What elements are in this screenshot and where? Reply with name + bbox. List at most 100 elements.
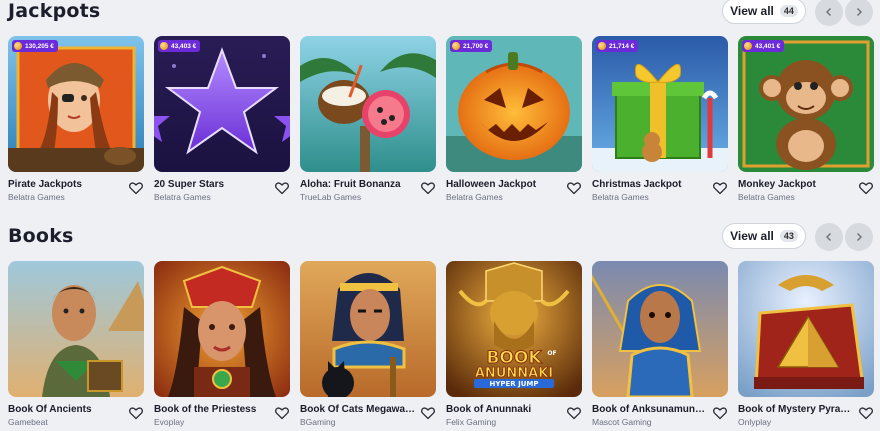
carousel-prev-button[interactable] xyxy=(815,0,843,26)
game-provider[interactable]: Felix Gaming xyxy=(446,417,496,427)
favorite-button[interactable] xyxy=(128,405,144,421)
favorite-button[interactable] xyxy=(858,180,874,196)
game-carousel: Book Of Ancients Gamebeat Book of the Pr… xyxy=(8,261,874,430)
game-thumbnail[interactable] xyxy=(300,261,436,397)
carousel-next-button[interactable] xyxy=(845,223,873,251)
view-all-count: 44 xyxy=(779,5,798,17)
game-meta: Pirate Jackpots Belatra Games xyxy=(8,177,144,205)
favorite-button[interactable] xyxy=(566,180,582,196)
game-thumbnail[interactable] xyxy=(592,261,728,397)
books-section: Books View all 43 Book Of Ancients Gameb… xyxy=(0,223,880,427)
game-name[interactable]: 20 Super Stars xyxy=(154,179,270,190)
game-thumbnail[interactable] xyxy=(8,261,144,397)
heart-outline-icon xyxy=(129,407,143,420)
favorite-button[interactable] xyxy=(858,405,874,421)
favorite-button[interactable] xyxy=(566,405,582,421)
view-all-label: View all xyxy=(730,4,774,18)
game-provider[interactable]: Belatra Games xyxy=(154,192,211,202)
coin-icon xyxy=(160,42,168,50)
game-meta: Book of Anunnaki Felix Gaming xyxy=(446,402,582,430)
game-card[interactable]: Book of Anksunamun: Rock... Mascot Gamin… xyxy=(592,261,728,430)
jackpot-badge: 21,714 € xyxy=(596,40,639,52)
game-meta: Book of the Priestess Evoplay xyxy=(154,402,290,430)
game-provider[interactable]: Evoplay xyxy=(154,417,184,427)
game-meta: Book of Mystery Pyramids Onlyplay xyxy=(738,402,874,430)
game-card[interactable]: Book of Mystery Pyramids Onlyplay xyxy=(738,261,874,430)
game-name[interactable]: Book of Mystery Pyramids xyxy=(738,404,854,415)
heart-outline-icon xyxy=(713,407,727,420)
game-card[interactable]: 130,205 € Pirate Jackpots Belatra Games xyxy=(8,36,144,205)
favorite-button[interactable] xyxy=(274,180,290,196)
game-thumbnail[interactable]: 130,205 € xyxy=(8,36,144,172)
game-artwork xyxy=(8,36,144,172)
view-all-button[interactable]: View all 43 xyxy=(722,223,806,249)
favorite-button[interactable] xyxy=(128,180,144,196)
heart-outline-icon xyxy=(129,182,143,195)
game-name[interactable]: Book of the Priestess xyxy=(154,404,270,415)
game-provider[interactable]: Belatra Games xyxy=(8,192,65,202)
game-provider[interactable]: TrueLab Games xyxy=(300,192,361,202)
heart-outline-icon xyxy=(567,407,581,420)
game-provider[interactable]: Gamebeat xyxy=(8,417,48,427)
jackpot-badge: 43,403 € xyxy=(158,40,201,52)
game-thumbnail[interactable] xyxy=(300,36,436,172)
game-thumbnail[interactable]: 43,403 € xyxy=(154,36,290,172)
game-thumbnail[interactable] xyxy=(154,261,290,397)
carousel-next-button[interactable] xyxy=(845,0,873,26)
art-subtitle: HYPER JUMP xyxy=(489,380,538,388)
game-name[interactable]: Monkey Jackpot xyxy=(738,179,854,190)
game-artwork xyxy=(154,261,290,397)
coin-icon xyxy=(452,42,460,50)
heart-outline-icon xyxy=(859,182,873,195)
favorite-button[interactable] xyxy=(420,180,436,196)
game-name[interactable]: Aloha: Fruit Bonanza xyxy=(300,179,416,190)
heart-outline-icon xyxy=(713,182,727,195)
game-name[interactable]: Christmas Jackpot xyxy=(592,179,708,190)
art-title-book: BOOK xyxy=(486,348,542,368)
game-thumbnail[interactable]: 21,700 € xyxy=(446,36,582,172)
game-card[interactable]: Book Of Ancients Gamebeat xyxy=(8,261,144,430)
carousel-prev-button[interactable] xyxy=(815,223,843,251)
game-thumbnail[interactable]: 43,401 € xyxy=(738,36,874,172)
favorite-button[interactable] xyxy=(712,180,728,196)
heart-outline-icon xyxy=(421,182,435,195)
game-provider[interactable]: Belatra Games xyxy=(446,192,503,202)
chevron-right-icon xyxy=(857,233,862,241)
game-thumbnail[interactable]: 21,714 € xyxy=(592,36,728,172)
game-name[interactable]: Book Of Cats Megaways xyxy=(300,404,416,415)
jackpot-amount: 21,700 € xyxy=(463,42,489,50)
game-thumbnail[interactable] xyxy=(738,261,874,397)
game-name[interactable]: Halloween Jackpot xyxy=(446,179,562,190)
game-meta: Monkey Jackpot Belatra Games xyxy=(738,177,874,205)
game-provider[interactable]: Belatra Games xyxy=(592,192,649,202)
jackpot-badge: 43,401 € xyxy=(742,40,785,52)
game-provider[interactable]: Mascot Gaming xyxy=(592,417,652,427)
game-artwork xyxy=(446,36,582,172)
jackpot-amount: 43,403 € xyxy=(171,42,197,50)
game-thumbnail[interactable]: BOOK OF ANUNNAKI HYPER JUMP xyxy=(446,261,582,397)
heart-outline-icon xyxy=(275,407,289,420)
game-meta: Book of Anksunamun: Rock... Mascot Gamin… xyxy=(592,402,728,430)
view-all-count: 43 xyxy=(779,230,798,242)
game-name[interactable]: Book of Anksunamun: Rock... xyxy=(592,404,708,415)
game-card[interactable]: 21,700 € Halloween Jackpot Belatra Games xyxy=(446,36,582,205)
game-card[interactable]: Aloha: Fruit Bonanza TrueLab Games xyxy=(300,36,436,205)
game-name[interactable]: Book of Anunnaki xyxy=(446,404,562,415)
game-provider[interactable]: Onlyplay xyxy=(738,417,771,427)
view-all-button[interactable]: View all 44 xyxy=(722,0,806,24)
favorite-button[interactable] xyxy=(274,405,290,421)
game-name[interactable]: Book Of Ancients xyxy=(8,404,124,415)
game-card[interactable]: 43,401 € Monkey Jackpot Belatra Games xyxy=(738,36,874,205)
game-provider[interactable]: Belatra Games xyxy=(738,192,795,202)
game-meta: Book Of Ancients Gamebeat xyxy=(8,402,144,430)
game-name[interactable]: Pirate Jackpots xyxy=(8,179,124,190)
game-card[interactable]: Book of the Priestess Evoplay xyxy=(154,261,290,430)
game-card[interactable]: 21,714 € Christmas Jackpot Belatra Games xyxy=(592,36,728,205)
game-card[interactable]: 43,403 € 20 Super Stars Belatra Games xyxy=(154,36,290,205)
game-provider[interactable]: BGaming xyxy=(300,417,335,427)
game-card[interactable]: BOOK OF ANUNNAKI HYPER JUMP Book of Anun… xyxy=(446,261,582,430)
favorite-button[interactable] xyxy=(420,405,436,421)
game-card[interactable]: Book Of Cats Megaways BGaming xyxy=(300,261,436,430)
jackpot-badge: 130,205 € xyxy=(12,40,58,52)
favorite-button[interactable] xyxy=(712,405,728,421)
